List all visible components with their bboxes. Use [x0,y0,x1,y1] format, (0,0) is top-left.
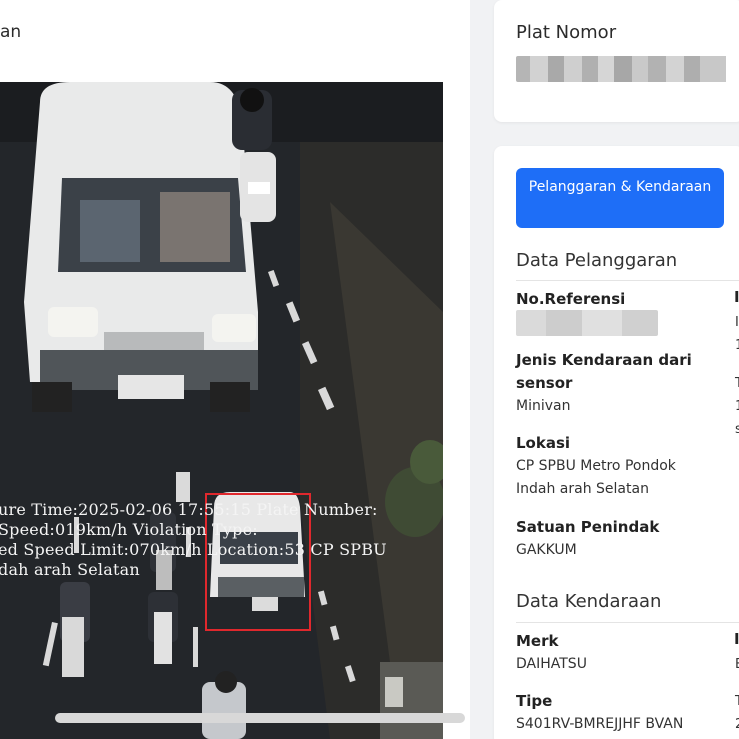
sensor-vehicle-type-value: Minivan [516,398,571,414]
divider [516,622,739,623]
col2-value-fragment: 2 [735,717,739,732]
enforcement-unit-value: GAKKUM [516,542,577,558]
type-label: Tipe [516,692,553,710]
panel-title-fragment: an [0,22,22,42]
camera-scene [0,82,443,739]
col2-value-fragment: T [735,694,739,709]
col2-value-fragment: I [735,315,739,330]
location-label: Lokasi [516,434,571,452]
violation-section-title: Data Pelanggaran [516,250,678,271]
overlay-line-3: ed Speed Limit:070km/h Location:53 CP SP… [0,540,387,559]
camera-evidence-image[interactable]: ure Time:2025-02-06 17:55:15 Plate Numbe… [0,82,443,739]
plate-number-redacted [516,56,728,82]
divider [516,280,739,281]
plate-label: Plat Nomor [516,22,617,43]
brand-value: DAIHATSU [516,656,587,672]
col2-value-fragment: E [735,657,739,672]
type-value: S401RV-BMREJJHF BVAN [516,716,684,732]
sensor-vehicle-type-label: Jenis Kendaraan dari sensor [516,351,692,392]
horizontal-scrollbar[interactable] [55,713,465,723]
brand-label: Merk [516,632,559,650]
overlay-line-4: dah arah Selatan [0,560,140,579]
vehicle-section-title: Data Kendaraan [516,591,662,612]
col2-value-fragment: 1 [735,399,739,414]
enforcement-unit-label: Satuan Penindak [516,518,660,536]
detail-card: Pelanggaran & Kendaraan Data Pelanggaran… [494,146,739,739]
col2-label-fragment: I [734,288,739,306]
location-value: CP SPBU Metro Pondok Indah arah Selatan [516,458,676,497]
col2-value-fragment: 1 [735,338,739,353]
col2-value-fragment: s [735,422,739,437]
reference-label: No.Referensi [516,290,626,308]
camera-info-overlay: ure Time:2025-02-06 17:55:15 Plate Numbe… [0,500,443,580]
overlay-line-1: ure Time:2025-02-06 17:55:15 Plate Numbe… [0,500,378,519]
col2-label-fragment: I [734,630,739,648]
plate-card: Plat Nomor [494,0,739,122]
overlay-line-2: Speed:019km/h Violation Type: [0,520,258,539]
tab-violation-vehicle[interactable]: Pelanggaran & Kendaraan [516,168,724,228]
reference-value-redacted [516,310,658,336]
evidence-panel: an ure Time:2025-02-06 17:55:15 Plate Nu… [0,0,470,739]
col2-value-fragment: T [735,376,739,391]
